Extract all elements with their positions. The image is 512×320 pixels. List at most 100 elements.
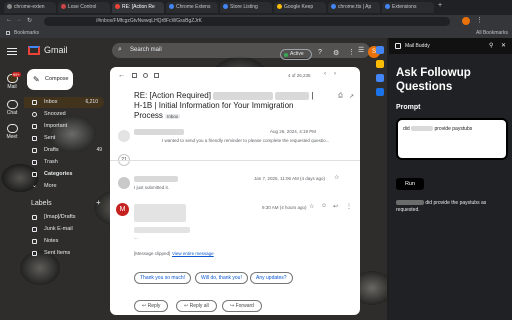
reply-button[interactable]: ↩ Reply <box>134 300 169 312</box>
rail-chat[interactable]: Chat <box>3 100 21 116</box>
nav-important[interactable]: Important <box>24 121 108 132</box>
smart-reply-button[interactable]: Will do, thank you! <box>195 272 248 284</box>
tab-8[interactable]: Extensions <box>382 2 434 13</box>
tab-7[interactable]: chrome.tts | Ap <box>328 2 380 13</box>
label-icon <box>32 251 37 256</box>
settings-icon[interactable]: ⚙ <box>333 49 339 57</box>
nav-trash[interactable]: Trash <box>24 157 108 168</box>
star-icon[interactable]: ☆ <box>309 203 314 210</box>
all-bookmarks[interactable]: All Bookmarks <box>476 28 508 38</box>
search-input[interactable]: Search mail <box>112 43 370 58</box>
send-icon <box>32 136 37 141</box>
next-icon[interactable]: › <box>334 71 336 77</box>
message-clipped: [Message clipped] <box>134 251 171 256</box>
extensions-icon[interactable]: ⋮ <box>476 16 483 24</box>
tab-2[interactable]: Lose Control <box>58 2 110 13</box>
label-item[interactable]: Sent Items <box>24 248 108 259</box>
redacted-sender <box>134 129 184 135</box>
emoji-icon[interactable]: ☺ <box>321 203 327 209</box>
tab-5[interactable]: Store Listing <box>220 2 272 13</box>
label-item[interactable]: Notes <box>24 236 108 247</box>
nav-categories[interactable]: Categories <box>24 169 108 180</box>
message-date: Jan 7, 2025, 11:06 AM (4 days ago) <box>254 176 325 181</box>
apps-icon[interactable]: ⋮ <box>348 48 355 56</box>
nav-more[interactable]: ⌄ More <box>24 181 108 192</box>
keep-favicon-icon <box>277 4 282 9</box>
message-date: 9:30 AM (4 hours ago) <box>262 205 307 210</box>
tab-1[interactable]: chrome-exten <box>4 2 56 13</box>
smart-reply-button[interactable]: Any updates? <box>250 272 293 284</box>
app-rail: Mail 99+ Chat Meet <box>0 38 24 320</box>
mail-badge: 99+ <box>12 72 21 77</box>
forward-button[interactable]: ↪ Forward <box>222 300 262 312</box>
label-icon <box>32 215 37 220</box>
nav-sent[interactable]: Sent <box>24 133 108 144</box>
reply-all-button[interactable]: ↩ Reply all <box>176 300 217 312</box>
chat-icon <box>6 100 18 109</box>
new-tab-icon[interactable]: + <box>438 2 442 9</box>
open-new-window-icon[interactable]: ↗ <box>349 93 354 100</box>
tab-favicon-icon <box>61 4 66 9</box>
redacted-sender <box>134 204 186 222</box>
status-button[interactable]: Active <box>280 49 312 60</box>
nav-inbox[interactable]: Inbox 6,210 <box>24 97 104 108</box>
prompt-textarea[interactable]: did provide paystubs <box>396 118 508 160</box>
message-snippet[interactable]: I wanted to send you a friendly reminder… <box>162 138 356 143</box>
tab-6[interactable]: Google Keep <box>274 2 326 13</box>
smart-reply-button[interactable]: Thank you so much! <box>134 272 192 284</box>
add-label-icon[interactable]: + <box>96 198 101 207</box>
profile-icon[interactable] <box>462 17 470 25</box>
back-to-inbox-icon[interactable]: ← <box>118 72 125 79</box>
archive-icon[interactable] <box>132 73 137 78</box>
prompt-label: Prompt <box>396 104 421 111</box>
label-item[interactable]: [Imap]/Drafts <box>24 212 108 223</box>
sender-avatar: M <box>116 203 129 216</box>
view-entire-message-link[interactable]: View entire message <box>172 251 214 256</box>
search-icon[interactable]: ⌕ <box>118 46 122 54</box>
back-icon[interactable]: ← <box>6 17 12 23</box>
label-icon <box>32 239 37 244</box>
meet-icon <box>6 124 18 133</box>
address-bar: ← → ↻ /#inbox/FMfcgzGtvNwwqLHQr8FcWGssBg… <box>0 15 512 28</box>
puzzle-favicon-icon <box>385 4 390 9</box>
bookmarks-folder[interactable]: Bookmarks <box>14 28 39 38</box>
calendar-icon[interactable] <box>376 46 384 54</box>
more-icon[interactable]: ⋮ <box>346 203 352 210</box>
chrome-favicon-icon <box>169 4 174 9</box>
tab-4[interactable]: Chrome Extens <box>166 2 218 13</box>
nav-drafts[interactable]: Drafts 49 <box>24 145 108 156</box>
reload-icon[interactable]: ↻ <box>27 17 32 24</box>
run-button[interactable]: Run <box>396 178 424 190</box>
forward-icon[interactable]: → <box>16 17 22 23</box>
keep-icon[interactable] <box>376 60 384 68</box>
quoted-ellipsis[interactable]: ... <box>134 235 138 240</box>
print-icon[interactable]: ⎙ <box>338 93 343 100</box>
nav-snoozed[interactable]: Snoozed <box>24 109 108 120</box>
reply-icon[interactable]: ↩ <box>333 203 338 210</box>
chrome-favicon-icon <box>331 4 336 9</box>
tab-3-active[interactable]: RE: [Action Re <box>112 2 164 13</box>
star-icon[interactable]: ☆ <box>334 174 339 181</box>
tasks-icon[interactable] <box>376 74 384 82</box>
mail-buddy-header: Mail Buddy ⚲ ✕ <box>389 38 512 54</box>
url-field[interactable]: /#inbox/FMfcgzGtvNwwqLHQr8FcWGssBgZJrK <box>44 17 450 26</box>
mail-buddy-icon <box>395 43 401 49</box>
browser-tab-bar: chrome-exten Lose Control RE: [Action Re… <box>0 0 512 15</box>
contacts-icon[interactable] <box>376 88 384 96</box>
delete-icon[interactable] <box>154 73 159 78</box>
sender-avatar <box>118 177 130 189</box>
rail-meet[interactable]: Meet <box>3 124 21 140</box>
search-options-icon[interactable]: ☰ <box>358 46 364 54</box>
message-snippet[interactable]: I just submitted it. <box>134 185 169 190</box>
response-text: did provide the paystubs as requested. <box>396 200 487 213</box>
report-spam-icon[interactable] <box>143 73 148 78</box>
inbox-tag[interactable]: Inbox <box>165 114 181 119</box>
pin-icon[interactable]: ⚲ <box>489 38 493 54</box>
prev-icon[interactable]: ‹ <box>324 71 326 77</box>
gmail-nav: Inbox 6,210 Snoozed Important Sent Drafts… <box>24 38 108 320</box>
redacted-text <box>396 200 424 206</box>
close-icon[interactable]: ✕ <box>501 38 506 54</box>
help-icon[interactable]: ? <box>318 49 322 56</box>
trash-icon <box>32 160 37 165</box>
label-item[interactable]: Junk E-mail <box>24 224 108 235</box>
